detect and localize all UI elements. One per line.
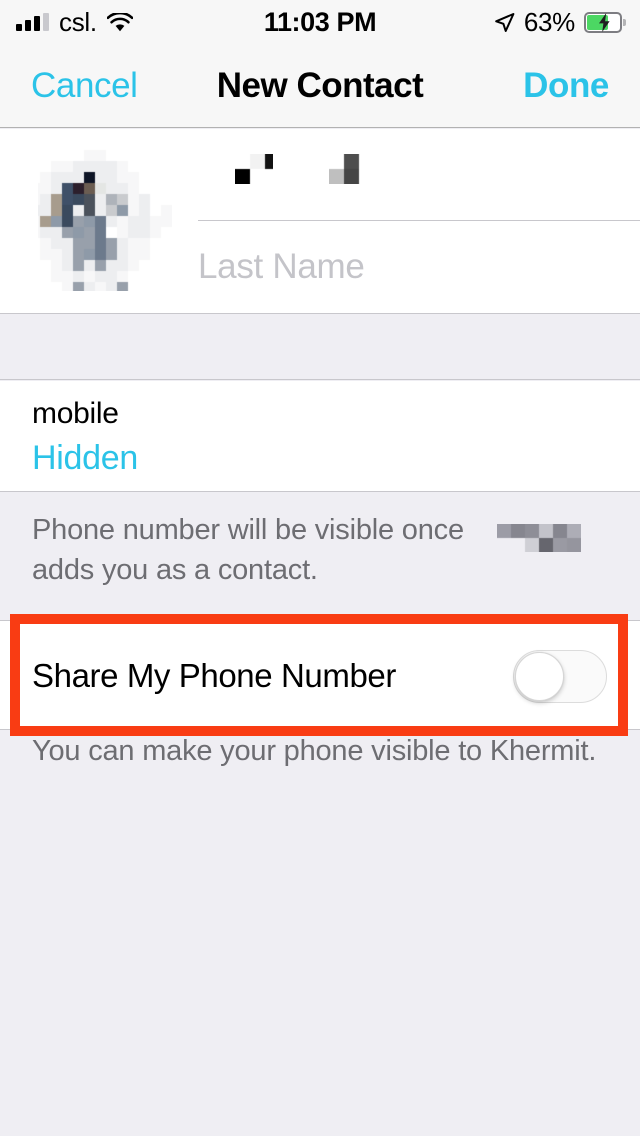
section-gap [0, 313, 640, 380]
share-my-phone-number-label: Share My Phone Number [32, 657, 396, 694]
share-my-phone-number-toggle[interactable] [513, 650, 607, 703]
location-arrow-icon [494, 12, 515, 33]
phone-visibility-note: Phone number will be visible once adds y… [0, 491, 640, 615]
page-background [0, 736, 640, 1136]
name-fields: Last Name [198, 129, 640, 313]
battery-percent-label: 63% [523, 6, 575, 37]
note-redaction-icon [497, 524, 581, 552]
last-name-input[interactable]: Last Name [198, 221, 640, 313]
battery-charging-icon [584, 11, 626, 33]
name-section: Last Name [0, 129, 640, 313]
toggle-knob [515, 652, 564, 701]
phone-label: mobile [32, 397, 119, 430]
last-name-placeholder: Last Name [198, 247, 365, 286]
clock-label: 11:03 PM [263, 6, 377, 37]
phone-value[interactable]: Hidden [32, 439, 138, 478]
phone-visibility-note-line1: Phone number will be visible once [32, 514, 464, 546]
status-bar: csl. 11:03 PM 63% [0, 0, 640, 44]
share-my-phone-number-row[interactable]: Share My Phone Number [0, 620, 640, 730]
share-phone-note: You can make your phone visible to Kherm… [32, 735, 597, 767]
phone-visibility-note-line2: adds you as a contact. [32, 554, 318, 586]
navigation-bar: Cancel New Contact Done [0, 44, 640, 128]
avatar[interactable] [38, 149, 172, 291]
first-name-redaction-secondary-icon [329, 154, 367, 184]
done-button[interactable]: Done [523, 44, 609, 128]
phone-screen: csl. 11:03 PM 63% Cancel New Contact Don… [0, 0, 640, 1136]
phone-row[interactable]: mobile Hidden [0, 381, 640, 491]
status-bar-right: 63% [494, 0, 626, 44]
first-name-input[interactable] [198, 129, 640, 221]
first-name-redaction-icon [235, 154, 273, 184]
